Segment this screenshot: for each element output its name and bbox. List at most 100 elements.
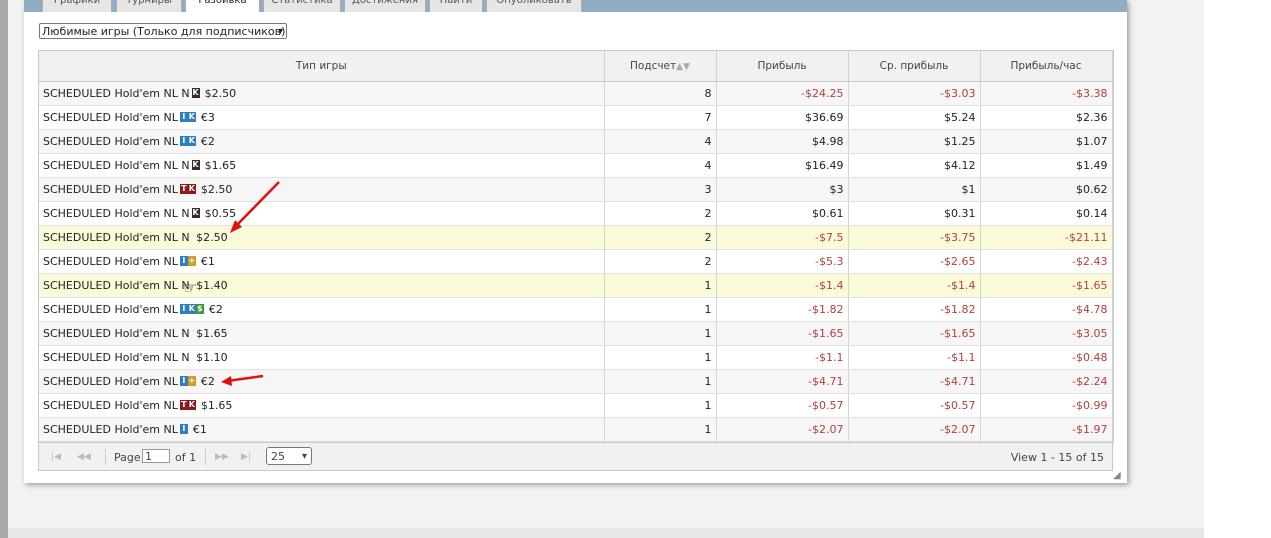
pager: |◀ ◀◀ Page 1 of 1 ▶▶ ▶| 25 ▾ View 1 - 15…	[38, 443, 1113, 471]
table-row[interactable]: SCHEDULED Hold'em NL I K €3 7 $36.69 $5.24 $2.3…	[39, 105, 1113, 130]
game-filter-select[interactable]: Любимые игры (Только для подписчиков) ▾	[39, 23, 287, 39]
tko-icon: TK	[179, 400, 196, 410]
table-row[interactable]: SCHEDULED Hold'em NL N $2.50 2 -$7.5 -$3.75…	[39, 225, 1113, 250]
tab-publish[interactable]: Опубликовать	[486, 0, 582, 12]
cell-profit: $0.61	[716, 201, 849, 226]
cell-avg-profit: -$1.4	[848, 273, 981, 298]
pager-separator	[105, 449, 106, 465]
cell-profit-per-hour: -$3.38	[980, 81, 1113, 106]
cell-game-type: SCHEDULED Hold'em NL N K $0.55	[39, 201, 605, 226]
column-header-profit-per-hour[interactable]: Прибыль/час	[980, 51, 1113, 82]
game-name: SCHEDULED Hold'em NL N	[43, 159, 190, 172]
cell-game-type: SCHEDULED Hold'em NL N K $1.65	[39, 153, 605, 178]
tab-statistics[interactable]: Статистика	[263, 0, 341, 12]
table-row[interactable]: SCHEDULED Hold'em NL T K $1.65 1 -$0.57 -$0.57…	[39, 393, 1113, 418]
cell-count: 1	[604, 273, 717, 298]
cell-avg-profit: $1	[848, 177, 981, 202]
cell-avg-profit: $0.31	[848, 201, 981, 226]
table-row[interactable]: SCHEDULED Hold'em NL I K €2 4 $4.98 $1.25 $1.07	[39, 129, 1113, 154]
cell-game-type: SCHEDULED Hold'em NL I + €1	[39, 249, 605, 274]
cell-count: 7	[604, 105, 717, 130]
view-range-label: View 1 - 15 of 15	[1010, 451, 1104, 464]
game-name: SCHEDULED Hold'em NL	[43, 255, 178, 268]
cell-game-type: SCHEDULED Hold'em NL N $2.50	[39, 225, 605, 250]
table-row[interactable]: SCHEDULED Hold'em NL I + €2 1 -$4.71 -$4.71 -$2…	[39, 369, 1113, 394]
column-header-avg-profit[interactable]: Ср. прибыль	[848, 51, 981, 82]
cell-avg-profit: -$3.75	[848, 225, 981, 250]
game-name: SCHEDULED Hold'em NL	[43, 423, 178, 436]
game-stake: $1.65	[204, 159, 237, 172]
left-edge	[0, 0, 8, 538]
tab-achievements[interactable]: Достижения	[344, 0, 426, 12]
cell-count: 1	[604, 297, 717, 322]
ipoker-ko-money-icon: I K $	[179, 304, 204, 314]
next-page-icon[interactable]: ▶▶	[215, 452, 229, 462]
tab-charts[interactable]: Графики	[42, 0, 112, 12]
cell-avg-profit: $5.24	[848, 105, 981, 130]
game-filter-value: Любимые игры (Только для подписчиков)	[42, 25, 286, 38]
table-row[interactable]: SCHEDULED Hold'em NL N $1.40 1 -$1.4 -$1.4-…	[39, 273, 1113, 298]
column-header-count[interactable]: Подсчет▲▼	[604, 51, 717, 82]
breakdown-table: Тип игры Подсчет▲▼ Прибыль Ср. прибыль П…	[39, 51, 1113, 442]
game-name: SCHEDULED Hold'em NL	[43, 111, 178, 124]
cell-avg-profit: -$1.1	[848, 345, 981, 370]
table-row[interactable]: SCHEDULED Hold'em NL T K $2.50 3 $3 $1 $0.62	[39, 177, 1113, 202]
cell-profit-per-hour: $0.14	[980, 201, 1113, 226]
cell-avg-profit: $1.25	[848, 129, 981, 154]
cell-profit: -$1.65	[716, 321, 849, 346]
cell-count: 1	[604, 321, 717, 346]
first-page-icon[interactable]: |◀	[51, 452, 61, 462]
ipoker-ko-icon: IK	[179, 112, 196, 122]
table-row[interactable]: SCHEDULED Hold'em NL N $1.10 1 -$1.1 -$1.1-…	[39, 345, 1113, 370]
cell-game-type: SCHEDULED Hold'em NL I €1	[39, 417, 605, 442]
cell-avg-profit: -$3.03	[848, 81, 981, 106]
table-row[interactable]: SCHEDULED Hold'em NL N $1.65 1 -$1.65 -$1.6…	[39, 321, 1113, 346]
tab-tournaments[interactable]: Турниры	[116, 0, 182, 12]
cell-game-type: SCHEDULED Hold'em NL T K $1.65	[39, 393, 605, 418]
game-name: SCHEDULED Hold'em NL N	[43, 207, 190, 220]
page-label: Page	[114, 451, 141, 464]
page-number-input[interactable]: 1	[142, 449, 170, 463]
game-name: SCHEDULED Hold'em NL N	[43, 87, 190, 100]
cell-game-type: SCHEDULED Hold'em NL I K $ €2	[39, 297, 605, 322]
game-name: SCHEDULED Hold'em NL	[43, 399, 178, 412]
cell-profit-per-hour: -$1.65	[980, 273, 1113, 298]
ipoker-icon: I	[179, 424, 188, 434]
last-page-icon[interactable]: ▶|	[241, 452, 251, 462]
rows-per-page-select[interactable]: 25 ▾	[266, 447, 312, 465]
ipoker-plus-icon: I +	[179, 256, 196, 266]
game-stake: €2	[208, 303, 223, 316]
table-row[interactable]: SCHEDULED Hold'em NL I K $ €2 1 -$1.82 -$1.82 -$…	[39, 297, 1113, 322]
table-row[interactable]: SCHEDULED Hold'em NL N K $1.65 4 $16.49 $4.12…	[39, 153, 1113, 178]
prev-page-icon[interactable]: ◀◀	[77, 452, 91, 462]
cell-profit: -$4.71	[716, 369, 849, 394]
table-row[interactable]: SCHEDULED Hold'em NL N K $0.55 2 $0.61 $0.31 $…	[39, 201, 1113, 226]
table-row[interactable]: SCHEDULED Hold'em NL I + €1 2 -$5.3 -$2.65 -$2.…	[39, 249, 1113, 274]
game-stake: $2.50	[204, 87, 237, 100]
page-total-label: of 1	[175, 451, 197, 464]
cell-profit-per-hour: -$0.48	[980, 345, 1113, 370]
breakdown-grid: Тип игры Подсчет▲▼ Прибыль Ср. прибыль П…	[38, 50, 1114, 443]
table-row[interactable]: SCHEDULED Hold'em NL N K $2.50 8 -$24.25 -$3.…	[39, 81, 1113, 106]
chevron-down-icon: ▾	[277, 26, 283, 37]
cell-profit: -$0.57	[716, 393, 849, 418]
resize-handle-icon[interactable]: ◢	[1113, 470, 1121, 481]
column-header-game-type[interactable]: Тип игры	[39, 51, 605, 82]
column-header-profit[interactable]: Прибыль	[716, 51, 849, 82]
cell-count: 1	[604, 417, 717, 442]
ko-icon: K	[191, 88, 200, 98]
game-name: SCHEDULED Hold'em NL	[43, 183, 178, 196]
tab-find[interactable]: Найти	[429, 0, 483, 12]
game-name: SCHEDULED Hold'em NL	[43, 375, 178, 388]
cell-count: 4	[604, 153, 717, 178]
cell-game-type: SCHEDULED Hold'em NL N $1.40	[39, 273, 605, 298]
cell-profit-per-hour: $1.49	[980, 153, 1113, 178]
game-name: SCHEDULED Hold'em NL N	[43, 327, 190, 340]
ipoker-ko-icon: IK	[179, 136, 196, 146]
cell-profit: $3	[716, 177, 849, 202]
table-row[interactable]: SCHEDULED Hold'em NL I €1 1 -$2.07 -$2.07 -$1.…	[39, 417, 1113, 442]
cell-game-type: SCHEDULED Hold'em NL I K €3	[39, 105, 605, 130]
cell-count: 1	[604, 369, 717, 394]
cell-count: 4	[604, 129, 717, 154]
cell-profit-per-hour: -$0.99	[980, 393, 1113, 418]
